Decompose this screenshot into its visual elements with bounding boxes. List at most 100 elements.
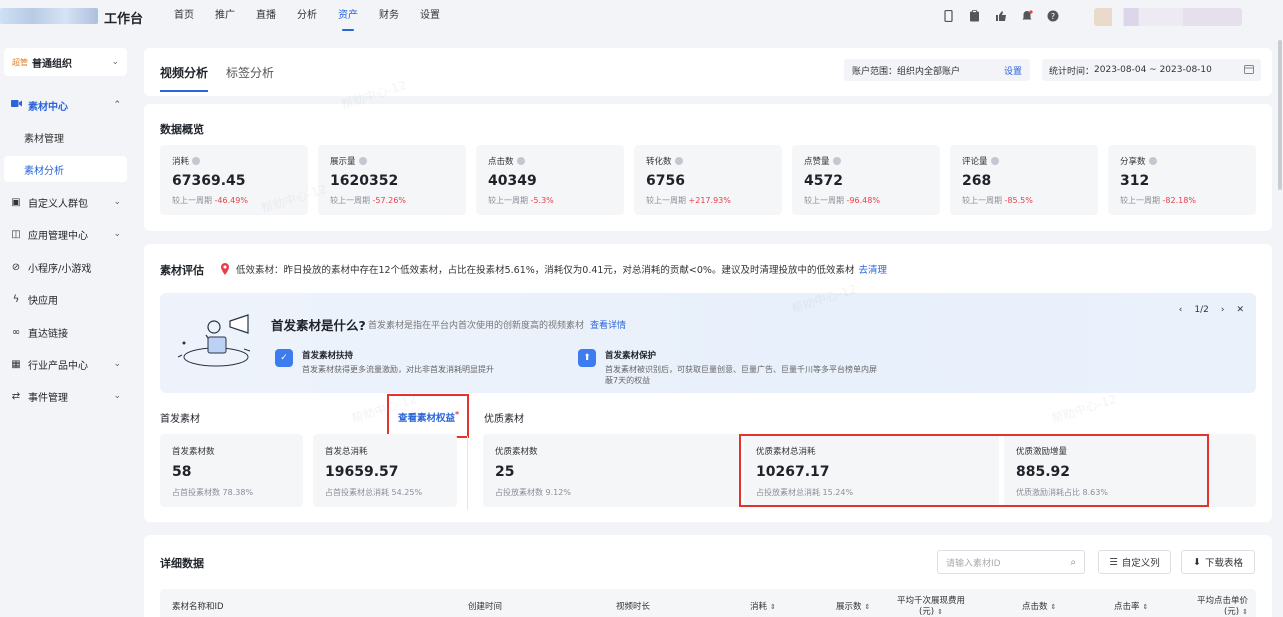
- column-header-impressions[interactable]: 展示数 ⇕: [836, 602, 870, 613]
- page-scrollbar[interactable]: [1278, 40, 1282, 190]
- info-icon[interactable]: [192, 157, 201, 165]
- flash-icon: ϟ: [12, 293, 20, 305]
- support-badge-icon: ✓: [275, 349, 293, 367]
- prev-icon[interactable]: ‹: [1179, 305, 1183, 315]
- top-bar: 工作台 首页 推广 直播 分析 资产 财务 设置 ?: [0, 0, 1283, 34]
- next-icon[interactable]: ›: [1221, 305, 1225, 315]
- column-header-cpm[interactable]: 平均千次展现费用(元) ⇕: [895, 596, 967, 617]
- sidebar-item-direct-link[interactable]: ∞ 直达链接: [4, 319, 127, 345]
- link-icon: ∞: [11, 326, 21, 338]
- sort-icon: ⇕: [864, 603, 871, 611]
- metric-value: 1620352: [330, 173, 399, 189]
- location-pin-icon: [220, 263, 230, 275]
- section-divider: [467, 436, 468, 510]
- sidebar-item-quick-app[interactable]: ϟ 快应用: [4, 286, 127, 312]
- stat-sub: 占首投素材数 78.38%: [172, 488, 254, 497]
- info-icon[interactable]: [990, 157, 999, 165]
- search-icon[interactable]: ⌕: [1070, 557, 1076, 568]
- phone-icon[interactable]: [942, 9, 955, 22]
- stat-label: 首发总消耗: [325, 447, 368, 457]
- metric-label: 评论量: [962, 155, 1086, 167]
- download-table-button[interactable]: ⬇ 下载表格: [1181, 550, 1255, 574]
- banner-description: 首发素材是指在平台内首次使用的创新度高的视频素材 查看详情: [368, 321, 627, 331]
- metric-label: 转化数: [646, 155, 770, 167]
- stat-label: 优质素材数: [495, 447, 538, 457]
- sidebar-subitem-material-management[interactable]: 素材管理: [4, 124, 127, 150]
- feature-title: 首发素材扶持: [302, 351, 354, 361]
- logo[interactable]: [0, 8, 98, 24]
- nav-item-assets[interactable]: 资产: [338, 0, 358, 34]
- sidebar-item-custom-audience[interactable]: ▣ 自定义人群包 ⌄: [4, 189, 127, 215]
- stat-first-release-count: 首发素材数 58 占首投素材数 78.38%: [160, 434, 303, 507]
- sidebar-item-mini-program[interactable]: ⊘ 小程序/小游戏: [4, 254, 127, 280]
- bell-icon[interactable]: [1020, 9, 1033, 22]
- chevron-down-icon: ⌄: [113, 391, 121, 401]
- clipboard-icon[interactable]: [968, 9, 981, 22]
- chevron-up-icon: ⌃: [113, 100, 121, 110]
- sidebar-item-industry-products[interactable]: ▦ 行业产品中心 ⌄: [4, 351, 127, 377]
- info-icon[interactable]: [832, 157, 841, 165]
- material-id-search[interactable]: 请输入素材ID ⌕: [937, 550, 1085, 574]
- metric-label: 展示量: [330, 155, 454, 167]
- megaphone-illustration-icon: [174, 313, 256, 371]
- sidebar-item-event-management[interactable]: ⇄ 事件管理 ⌄: [4, 383, 127, 409]
- sort-icon: ⇕: [1050, 603, 1057, 611]
- detail-data-card: 详细数据 请输入素材ID ⌕ ☰ 自定义列 ⬇ 下载表格 素材名称和ID 创建时间 …: [144, 535, 1272, 617]
- quality-section-title: 优质素材: [484, 414, 524, 425]
- nav-item-home[interactable]: 首页: [174, 0, 194, 34]
- audience-icon: ▣: [11, 196, 21, 208]
- view-details-link[interactable]: 查看详情: [590, 321, 626, 331]
- help-icon[interactable]: ?: [1046, 9, 1059, 22]
- account-scope-settings-link[interactable]: 设置: [1004, 64, 1022, 77]
- metric-list: 消耗 67369.45 较上一周期 -46.49% 展示量 1620352 较上…: [160, 145, 1256, 215]
- metric-card-shares: 分享数 312 较上一周期 -82.18%: [1108, 145, 1256, 215]
- stat-value: 19659.57: [325, 464, 399, 480]
- metric-label: 点击数: [488, 155, 612, 167]
- metric-card-conversions: 转化数 6756 较上一周期 +217.93%: [634, 145, 782, 215]
- miniprogram-icon: ⊘: [11, 261, 21, 273]
- search-input[interactable]: 请输入素材ID: [946, 556, 1001, 569]
- date-range-picker[interactable]: 统计时间： 2023-08-04 ~ 2023-08-10: [1042, 59, 1261, 81]
- feature-description: 首发素材获得更多流量激励，对比非首发消耗明显提升: [302, 365, 494, 374]
- sidebar-item-label: 应用管理中心: [28, 230, 88, 242]
- nav-item-live[interactable]: 直播: [256, 0, 276, 34]
- sidebar-item-app-management[interactable]: ◫ 应用管理中心 ⌄: [4, 221, 127, 247]
- tab-video-analysis[interactable]: 视频分析: [160, 64, 209, 92]
- thumb-up-icon[interactable]: [994, 9, 1007, 22]
- column-header-duration: 视频时长: [616, 602, 651, 612]
- nav-item-finance[interactable]: 财务: [379, 0, 399, 34]
- low-efficiency-tip-text: 低效素材：昨日投放的素材中存在12个低效素材，占比在投素材5.61%，消耗仅为0…: [236, 265, 855, 276]
- metric-label: 消耗: [172, 155, 296, 167]
- feature-support: ✓ 首发素材扶持 首发素材获得更多流量激励，对比非首发消耗明显提升: [275, 349, 494, 375]
- nav-item-promotion[interactable]: 推广: [215, 0, 235, 34]
- tab-tag-analysis[interactable]: 标签分析: [226, 64, 274, 81]
- column-header-cpc[interactable]: 平均点击单价(元) ⇕: [1182, 596, 1248, 617]
- user-avatar[interactable]: [1094, 8, 1242, 26]
- banner-title: 首发素材是什么?: [271, 318, 366, 333]
- info-icon[interactable]: [516, 157, 525, 165]
- sidebar-item-material-center[interactable]: 素材中心 ⌃: [4, 92, 127, 118]
- column-header-cost[interactable]: 消耗 ⇕: [750, 602, 776, 613]
- video-icon: [10, 99, 22, 111]
- clean-up-link[interactable]: 去清理: [858, 262, 887, 276]
- info-icon[interactable]: [1148, 157, 1157, 165]
- detail-data-title: 详细数据: [160, 557, 204, 570]
- sidebar-item-label: 事件管理: [28, 392, 68, 404]
- sidebar-subitem-material-analysis[interactable]: 素材分析: [4, 156, 127, 182]
- metric-comparison: 较上一周期 -82.18%: [1120, 196, 1196, 205]
- metric-comparison: 较上一周期 -46.49%: [172, 196, 248, 205]
- custom-columns-button[interactable]: ☰ 自定义列: [1098, 550, 1171, 574]
- nav-item-analysis[interactable]: 分析: [297, 0, 317, 34]
- column-header-clicks[interactable]: 点击数 ⇕: [1022, 602, 1056, 613]
- metric-value: 312: [1120, 173, 1150, 189]
- column-header-ctr[interactable]: 点击率 ⇕: [1114, 602, 1148, 613]
- org-role-tag: 超管: [12, 57, 28, 67]
- org-selector[interactable]: 超管 普通组织 ⌄: [4, 48, 127, 76]
- first-release-banner: 首发素材是什么? 首发素材是指在平台内首次使用的创新度高的视频素材 查看详情 ✓ …: [160, 293, 1256, 393]
- info-icon[interactable]: [358, 157, 367, 165]
- nav-item-settings[interactable]: 设置: [420, 0, 440, 34]
- feature-protection: ⬆ 首发素材保护 首发素材被识别后，可获取巨量创意、巨量广告、巨量千川等多平台榜…: [578, 349, 881, 386]
- info-icon[interactable]: [674, 157, 683, 165]
- close-icon[interactable]: ✕: [1236, 305, 1244, 315]
- stat-sub: 占首投素材总消耗 54.25%: [325, 488, 423, 497]
